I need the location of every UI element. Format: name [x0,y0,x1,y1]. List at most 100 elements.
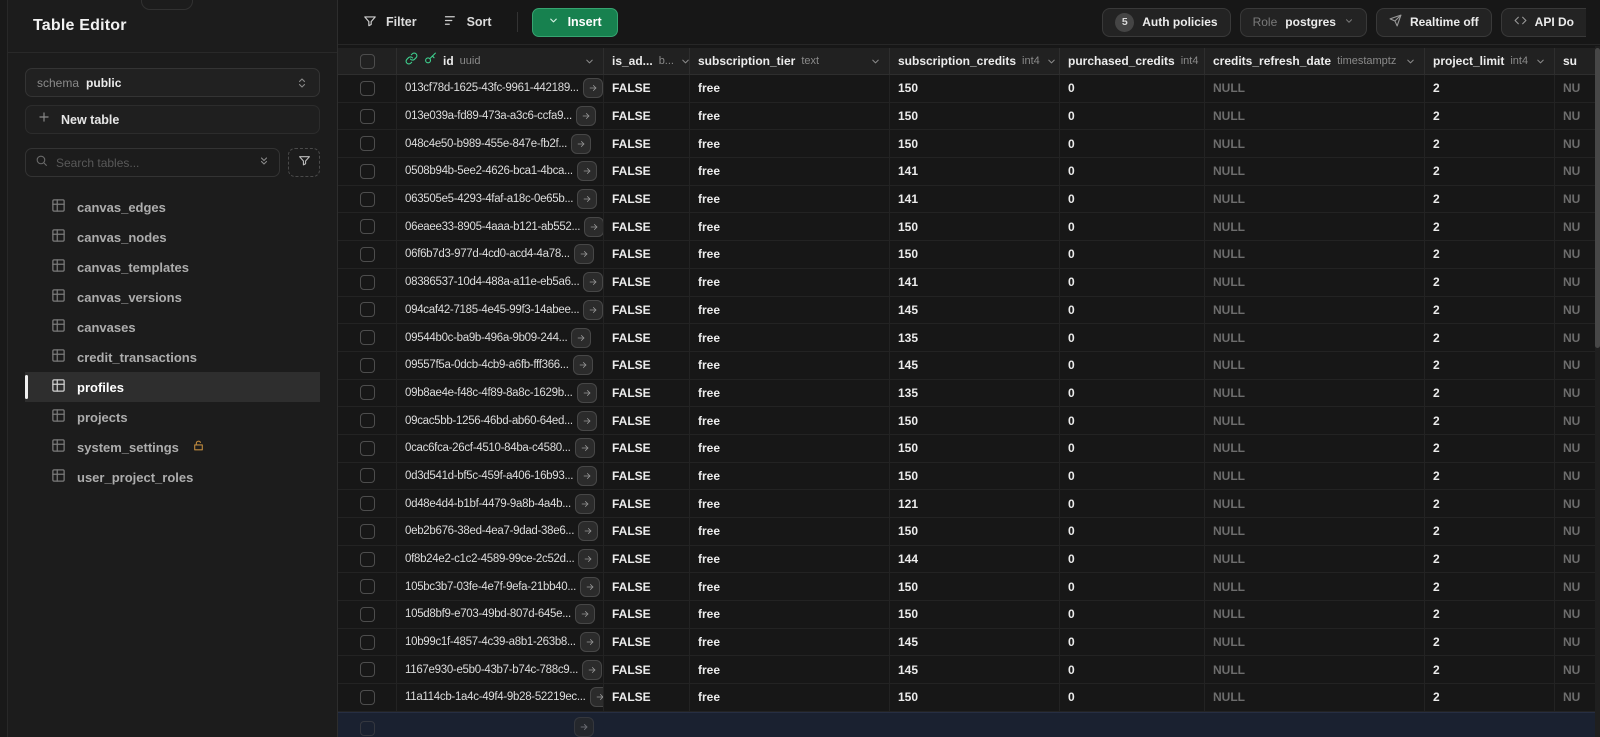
cell-is-admin[interactable]: FALSE [604,573,690,601]
cell-project-limit[interactable]: 2 [1425,628,1555,656]
row-checkbox[interactable] [359,302,375,318]
cell-is-admin[interactable]: FALSE [604,379,690,407]
cell-truncated-last[interactable]: NU [1555,352,1595,379]
cell-purchased-credits[interactable]: 0 [1060,379,1205,407]
cell-subscription-tier[interactable]: free [690,324,890,351]
row-checkbox[interactable] [359,219,375,235]
cell-subscription-tier[interactable]: free [690,130,890,158]
chevron-down-icon[interactable] [680,56,689,67]
cell-purchased-credits[interactable]: 0 [1060,434,1205,462]
row-checkbox[interactable] [359,689,375,705]
expand-row-button[interactable] [571,327,592,348]
cell-is-admin[interactable]: FALSE [604,601,690,628]
cell-project-limit[interactable]: 2 [1425,130,1555,158]
chevron-down-icon[interactable] [1405,56,1416,67]
cell-subscription-tier[interactable]: free [690,573,890,601]
cell-is-admin[interactable]: FALSE [604,351,690,379]
cell-subscription-credits[interactable]: 121 [890,490,1060,517]
cell-subscription-tier[interactable]: free [690,545,890,573]
cell-subscription-tier[interactable]: free [690,268,890,296]
cell-truncated-last[interactable]: NU [1555,684,1595,711]
cell-subscription-credits[interactable]: 150 [890,434,1060,462]
row-checkbox[interactable] [359,634,375,650]
cell-subscription-tier[interactable]: free [690,185,890,213]
cell-purchased-credits[interactable]: 0 [1060,185,1205,213]
cell-is-admin[interactable]: FALSE [604,490,690,517]
cell-subscription-tier[interactable]: free [690,158,890,185]
cell-truncated-last[interactable]: NU [1555,380,1595,407]
scrollbar-thumb[interactable] [1595,48,1600,348]
cell-is-admin[interactable]: FALSE [604,434,690,462]
cell-subscription-credits[interactable]: 144 [890,545,1060,573]
row-checkbox[interactable] [359,385,375,401]
cell-id[interactable]: 06f6b7d3-977d-4cd0-acd4-4a78...0C [397,241,604,268]
expand-row-button[interactable] [576,410,597,431]
cell-purchased-credits[interactable]: 0 [1060,75,1205,102]
cell-id[interactable]: 09b8ae4e-f48c-4f89-8a8c-1629b...0C [397,379,604,407]
cell-id[interactable]: 063505e5-4293-4faf-a18c-0e65b...0C [397,185,604,213]
chevron-down-icon[interactable] [1535,56,1546,67]
row-checkbox[interactable] [359,136,375,152]
cell-is-admin[interactable]: FALSE [604,462,690,490]
cell-id[interactable]: 105d8bf9-e703-49bd-807d-645e...+0 [397,601,604,628]
cell-truncated-last[interactable]: NU [1555,463,1595,490]
cell-subscription-tier[interactable]: free [690,75,890,102]
cell-purchased-credits[interactable]: 0 [1060,268,1205,296]
insert-button[interactable]: Insert [531,7,618,37]
expand-row-button[interactable] [574,493,595,514]
column-header-subscription-tier[interactable]: subscription_tier text [690,48,890,74]
cell-is-admin[interactable]: FALSE [604,628,690,656]
expand-row-button[interactable] [578,521,599,542]
cell-project-limit[interactable]: 2 [1425,102,1555,130]
cell-is-admin[interactable]: FALSE [604,130,690,158]
cell-project-limit[interactable]: 2 [1425,379,1555,407]
cell-credits-refresh-date[interactable]: NULL [1205,75,1425,102]
expand-row-button[interactable] [579,632,600,653]
cell-purchased-credits[interactable]: 0 [1060,130,1205,158]
cell-is-admin[interactable]: FALSE [604,296,690,324]
cell-credits-refresh-date[interactable]: NULL [1205,213,1425,241]
cell-project-limit[interactable]: 2 [1425,268,1555,296]
row-checkbox[interactable] [359,246,375,262]
cell-credits-refresh-date[interactable]: NULL [1205,490,1425,517]
cell-purchased-credits[interactable]: 0 [1060,158,1205,185]
expand-row-button[interactable] [589,687,603,708]
sidebar-item-canvas_edges[interactable]: canvas_edges [25,192,320,222]
cell-subscription-tier[interactable]: free [690,490,890,517]
cell-subscription-credits[interactable]: 141 [890,185,1060,213]
cell-purchased-credits[interactable]: 0 [1060,490,1205,517]
sidebar-item-canvas_versions[interactable]: canvas_versions [25,282,320,312]
cell-credits-refresh-date[interactable]: NULL [1205,601,1425,628]
cell-subscription-tier[interactable]: free [690,684,890,711]
cell-truncated-last[interactable]: NU [1555,518,1595,545]
cell-subscription-tier[interactable]: free [690,407,890,434]
cell-project-limit[interactable]: 2 [1425,656,1555,684]
cell-credits-refresh-date[interactable]: NULL [1205,130,1425,158]
column-header-truncated[interactable]: su [1555,48,1595,74]
cell-truncated-last[interactable]: NU [1555,324,1595,351]
cell-project-limit[interactable]: 2 [1425,324,1555,351]
cell-subscription-credits[interactable]: 145 [890,628,1060,656]
auth-policies-button[interactable]: 5 Auth policies [1102,7,1231,37]
expand-row-button[interactable] [583,272,603,293]
sidebar-item-canvases[interactable]: canvases [25,312,320,342]
sidebar-item-profiles[interactable]: profiles [25,372,320,402]
cell-subscription-credits[interactable]: 141 [890,268,1060,296]
cell-subscription-credits[interactable]: 150 [890,601,1060,628]
cell-project-limit[interactable]: 2 [1425,573,1555,601]
cell-id[interactable]: 0d3d541d-bf5c-459f-a406-16b93...0C [397,462,604,490]
sidebar-item-credit_transactions[interactable]: credit_transactions [25,342,320,372]
cell-subscription-tier[interactable]: free [690,296,890,324]
cell-subscription-tier[interactable]: free [690,434,890,462]
row-checkbox[interactable] [359,662,375,678]
cell-id[interactable]: 09557f5a-0dcb-4cb9-a6fb-fff366...0C [397,351,604,379]
expand-row-button[interactable] [577,465,598,486]
filter-button[interactable]: Filter [352,8,428,36]
cell-id[interactable]: 11a114cb-1a4c-49f4-9b28-52219ec...0C [397,684,604,711]
cell-subscription-credits[interactable]: 150 [890,462,1060,490]
cell-project-limit[interactable]: 2 [1425,351,1555,379]
cell-purchased-credits[interactable]: 0 [1060,102,1205,130]
cell-project-limit[interactable]: 2 [1425,296,1555,324]
row-checkbox[interactable] [359,440,375,456]
cell-purchased-credits[interactable]: 0 [1060,684,1205,711]
